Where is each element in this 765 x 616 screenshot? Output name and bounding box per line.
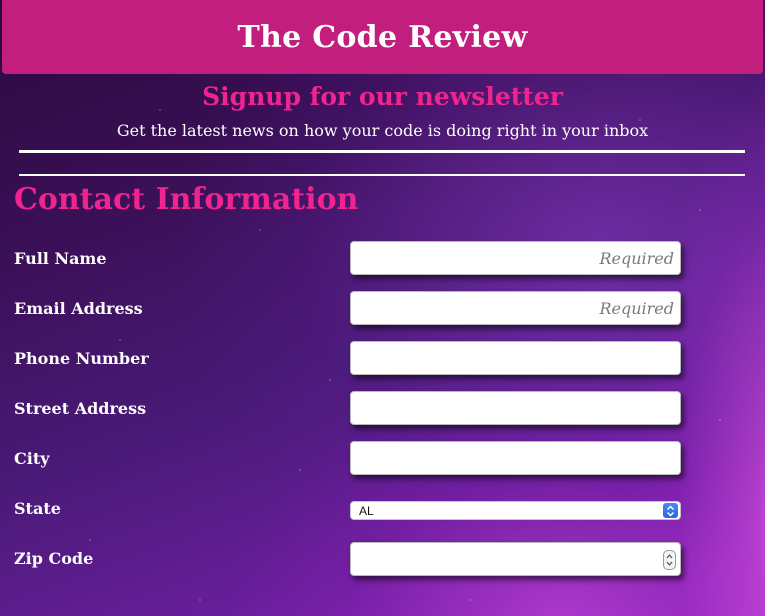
divider-top <box>19 150 745 153</box>
divider-bottom <box>19 174 745 176</box>
site-header: The Code Review <box>2 0 763 74</box>
email-address-input[interactable] <box>350 291 681 325</box>
newsletter-subtitle: Get the latest news on how your code is … <box>116 121 649 140</box>
phone-number-input[interactable] <box>350 341 681 375</box>
state-label: State <box>14 499 61 518</box>
state-select[interactable]: AL <box>350 501 681 520</box>
contact-section-title: Contact Information <box>14 182 359 217</box>
phone-number-label: Phone Number <box>14 349 149 368</box>
city-input[interactable] <box>350 441 681 475</box>
chevron-up-down-icon <box>663 503 678 518</box>
email-address-label: Email Address <box>14 299 143 318</box>
zip-code-input[interactable] <box>350 542 681 576</box>
zip-code-label: Zip Code <box>14 549 94 568</box>
spinner-arrows-icon[interactable] <box>663 550 676 570</box>
street-address-label: Street Address <box>14 399 147 418</box>
full-name-label: Full Name <box>14 249 107 268</box>
full-name-input[interactable] <box>350 241 681 275</box>
city-label: City <box>14 449 50 468</box>
street-address-input[interactable] <box>350 391 681 425</box>
site-title: The Code Review <box>237 19 528 55</box>
newsletter-heading: Signup for our newsletter <box>202 82 563 111</box>
state-selected-value: AL <box>359 503 374 518</box>
